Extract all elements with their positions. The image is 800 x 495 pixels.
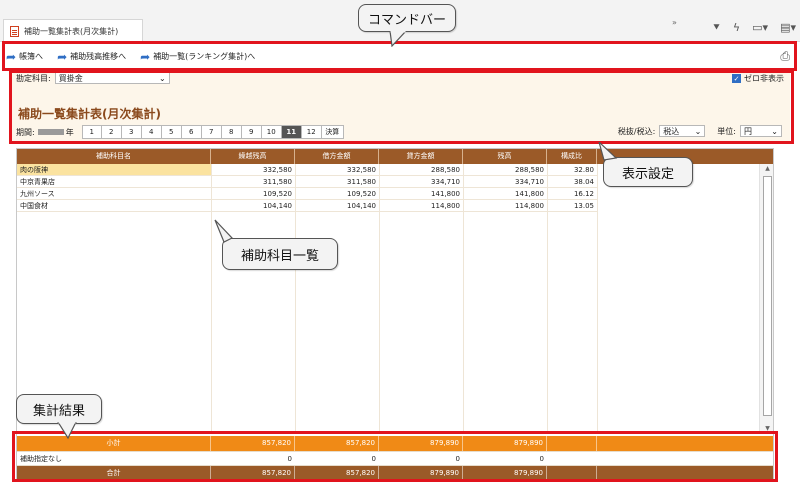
- year-suffix: 年: [65, 127, 74, 137]
- month-tab[interactable]: 4: [141, 125, 162, 139]
- tax-select[interactable]: 税込 ⌄: [659, 125, 706, 137]
- row-ratio[interactable]: 13.05: [547, 200, 597, 212]
- month-tab[interactable]: 5: [161, 125, 182, 139]
- month-tab[interactable]: 6: [181, 125, 202, 139]
- callout-sub-account-list: 補助科目一覧: [222, 238, 338, 270]
- callout-tail: [57, 422, 77, 440]
- column-header[interactable]: 借方金額: [295, 149, 379, 164]
- scroll-up-icon[interactable]: ▲: [760, 164, 773, 174]
- callout-tail: [598, 142, 618, 161]
- row-credit[interactable]: 114,800: [379, 200, 463, 212]
- titlebar-tools: ⯆ ϟ ▭▾ ▤▾: [712, 21, 796, 35]
- total-row: 合計 857,820 857,820 879,890 879,890: [17, 466, 773, 479]
- month-tab[interactable]: 7: [201, 125, 222, 139]
- window-icon[interactable]: ▭▾: [752, 21, 768, 35]
- column-header[interactable]: 残高: [463, 149, 547, 164]
- tab-title: 補助一覧集計表(月次集計): [24, 26, 119, 36]
- row-ratio[interactable]: 38.04: [547, 176, 597, 188]
- page-title: 補助一覧集計表(月次集計): [18, 107, 161, 121]
- calendar-icon[interactable]: ▤▾: [780, 21, 796, 35]
- row-name[interactable]: 肉の阪神: [17, 164, 211, 176]
- row-carry[interactable]: 104,140: [211, 200, 295, 212]
- go-balance-trend-button[interactable]: ➦ 補助残高推移へ: [57, 50, 126, 64]
- row-balance[interactable]: 334,710: [463, 176, 547, 188]
- chevron-down-icon: ⌄: [771, 126, 778, 136]
- callout-command-bar: コマンドバー: [358, 4, 456, 32]
- month-tab[interactable]: 2: [101, 125, 122, 139]
- sub-account-grid: 補助科目名 繰越残高 借方金額 貸方金額 残高 構成比 肉の阪神 332,580…: [16, 148, 774, 480]
- chevron-down-icon: ⌄: [159, 73, 166, 83]
- row-credit[interactable]: 141,800: [379, 188, 463, 200]
- arrow-right-icon: ➦: [6, 49, 17, 64]
- row-debit[interactable]: 109,520: [295, 188, 379, 200]
- account-filter: 勘定科目: 買掛金 ⌄: [16, 72, 170, 84]
- arrow-right-icon: ➦: [140, 49, 151, 64]
- row-carry[interactable]: 109,520: [211, 188, 295, 200]
- period-label: 期間:: [16, 127, 35, 137]
- row-name[interactable]: 九州ソース: [17, 188, 211, 200]
- overflow-icon[interactable]: »: [672, 18, 677, 27]
- document-icon: [10, 25, 19, 37]
- row-ratio[interactable]: 16.12: [547, 188, 597, 200]
- checkbox-icon[interactable]: ✓: [732, 74, 741, 83]
- callout-tail: [214, 219, 233, 243]
- unit-select[interactable]: 円 ⌄: [740, 125, 782, 137]
- month-tab[interactable]: 11: [281, 125, 302, 139]
- month-tab[interactable]: 9: [241, 125, 262, 139]
- month-tab[interactable]: 12: [301, 125, 322, 139]
- scroll-down-icon[interactable]: ▼: [760, 424, 773, 434]
- row-carry[interactable]: 332,580: [211, 164, 295, 176]
- chevron-down-icon: ⌄: [694, 126, 702, 136]
- arrow-right-icon: ➦: [57, 49, 68, 64]
- column-divider: [597, 164, 598, 434]
- month-tab-kessan[interactable]: 決算: [321, 125, 344, 139]
- callout-summary: 集計結果: [16, 394, 102, 424]
- month-tab[interactable]: 10: [261, 125, 282, 139]
- row-balance[interactable]: 288,580: [463, 164, 547, 176]
- account-label: 勘定科目:: [16, 73, 51, 83]
- row-balance[interactable]: 141,800: [463, 188, 547, 200]
- scroll-thumb[interactable]: [763, 176, 772, 416]
- month-tab[interactable]: 8: [221, 125, 242, 139]
- row-name[interactable]: 中国食材: [17, 200, 211, 212]
- period-selector: 期間: 年 1 2 3 4 5 6 7 8 9 10 11 12 決算: [16, 125, 344, 139]
- row-name[interactable]: 中京青果店: [17, 176, 211, 188]
- vertical-scrollbar[interactable]: ▲ ▼: [759, 164, 773, 434]
- row-debit[interactable]: 311,580: [295, 176, 379, 188]
- column-header[interactable]: 繰越残高: [211, 149, 295, 164]
- command-bar: ➦ 帳簿へ ➦ 補助残高推移へ ➦ 補助一覧(ランキング集計)へ: [0, 43, 800, 70]
- bookmark-icon[interactable]: ⯆: [712, 21, 721, 35]
- unassigned-row: 補助指定なし 0 0 0 0: [17, 451, 773, 466]
- row-balance[interactable]: 114,800: [463, 200, 547, 212]
- row-carry[interactable]: 311,580: [211, 176, 295, 188]
- document-tab[interactable]: 補助一覧集計表(月次集計): [3, 19, 143, 42]
- column-header[interactable]: 構成比: [547, 149, 597, 164]
- month-tab[interactable]: 1: [81, 125, 102, 139]
- row-debit[interactable]: 332,580: [295, 164, 379, 176]
- account-select[interactable]: 買掛金 ⌄: [54, 72, 170, 84]
- display-options: 税抜/税込: 税込 ⌄ 単位: 円 ⌄: [618, 125, 782, 137]
- row-credit[interactable]: 288,580: [379, 164, 463, 176]
- zero-hidden-toggle[interactable]: ✓ ゼロ非表示: [732, 73, 784, 84]
- month-tab[interactable]: 3: [121, 125, 142, 139]
- lightning-icon[interactable]: ϟ: [733, 21, 740, 35]
- column-header[interactable]: 貸方金額: [379, 149, 463, 164]
- row-debit[interactable]: 104,140: [295, 200, 379, 212]
- tax-label: 税抜/税込:: [617, 126, 656, 136]
- display-settings: 勘定科目: 買掛金 ⌄ ✓ ゼロ非表示 補助一覧集計表(月次集計) 期間: 年 …: [10, 70, 790, 143]
- month-tabs: 1 2 3 4 5 6 7 8 9 10 11 12 決算: [81, 125, 344, 139]
- unit-label: 単位:: [717, 126, 736, 136]
- callout-tail: [389, 31, 407, 47]
- go-ranking-button[interactable]: ➦ 補助一覧(ランキング集計)へ: [140, 50, 255, 64]
- subtotal-row: 小計 857,820 857,820 879,890 879,890: [17, 436, 773, 451]
- year-value: [37, 129, 64, 135]
- row-ratio[interactable]: 32.80: [547, 164, 597, 176]
- printer-icon[interactable]: ⎙: [780, 49, 790, 64]
- column-header[interactable]: 補助科目名: [17, 149, 211, 164]
- go-ledger-button[interactable]: ➦ 帳簿へ: [6, 50, 43, 64]
- row-credit[interactable]: 334,710: [379, 176, 463, 188]
